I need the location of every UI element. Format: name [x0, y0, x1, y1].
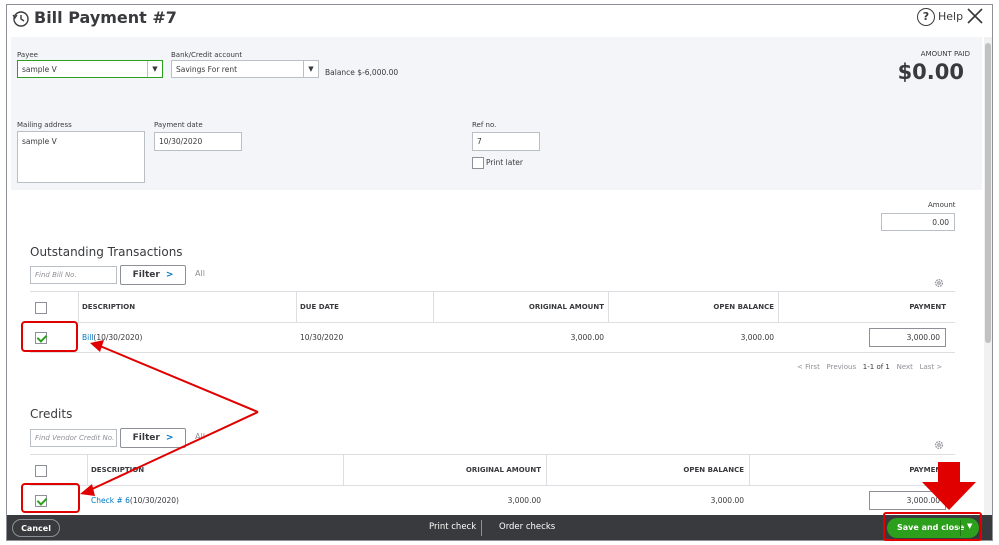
pager-last[interactable]: Last > [920, 363, 943, 371]
header-panel: Payee sample V ▼ Bank/Credit account Sav… [11, 37, 982, 190]
filter-button[interactable]: Filter > [120, 265, 186, 285]
credit-row-original-amount: 3,000.00 [507, 496, 541, 505]
col-payment[interactable]: PAYMENT [778, 292, 946, 322]
pager-next[interactable]: Next [897, 363, 913, 371]
check-link[interactable]: Check # 6 [91, 496, 130, 505]
filter-all-label: All [195, 269, 205, 278]
chevron-right-icon: > [165, 433, 174, 443]
dropdown-arrow-icon[interactable]: ▼ [967, 522, 972, 530]
scrollbar[interactable] [984, 37, 992, 515]
table-row: Check # 6 (10/30/2020) 3,000.00 3,000.00… [30, 486, 955, 516]
print-later-label: Print later [486, 158, 523, 167]
mailing-address-label: Mailing address [17, 121, 72, 129]
credits-select-all-checkbox[interactable] [35, 465, 47, 477]
bill-link[interactable]: Bill [82, 333, 93, 342]
scroll-thumb[interactable] [985, 43, 991, 343]
bill-payment-window: Bill Payment #7 ? Help Payee sample V ▼ … [6, 4, 993, 541]
pager-range: 1-1 of 1 [862, 363, 890, 371]
mailing-address-field[interactable]: sample V [17, 131, 145, 183]
filter-label: Filter [132, 433, 160, 443]
payee-select[interactable]: sample V ▼ [17, 60, 163, 78]
payee-value: sample V [22, 64, 57, 74]
bill-date: (10/30/2020) [93, 333, 143, 342]
pager-previous[interactable]: Previous [827, 363, 857, 371]
cancel-button[interactable]: Cancel [12, 519, 60, 537]
page-title: Bill Payment #7 [34, 8, 177, 27]
bank-account-select[interactable]: Savings For rent ▼ [171, 60, 319, 78]
mailing-address-value: sample V [22, 137, 57, 146]
title-bar: Bill Payment #7 ? Help [7, 5, 992, 37]
outstanding-title: Outstanding Transactions [30, 245, 183, 259]
credit-row-payment-input[interactable]: 3,000.00 [869, 491, 946, 510]
col-payment[interactable]: PAYMENT [749, 455, 946, 485]
pagination: < First Previous 1-1 of 1 Next Last > [797, 363, 942, 371]
col-original-amount[interactable]: ORIGINAL AMOUNT [343, 455, 541, 485]
table-row: Bill (10/30/2020) 10/30/2020 3,000.00 3,… [30, 323, 955, 353]
col-due-date[interactable]: DUE DATE [300, 292, 339, 322]
col-original-amount[interactable]: ORIGINAL AMOUNT [433, 292, 604, 322]
row-description: Bill (10/30/2020) [82, 323, 143, 352]
dropdown-arrow-icon[interactable]: ▼ [303, 61, 318, 77]
bank-account-value: Savings For rent [176, 64, 238, 74]
gear-icon[interactable] [933, 277, 945, 289]
footer-divider [481, 520, 482, 536]
credits-table-header: DESCRIPTION ORIGINAL AMOUNT OPEN BALANCE… [30, 454, 955, 486]
close-icon[interactable] [965, 6, 985, 26]
footer-bar: Cancel Print check Order checks Save and… [7, 515, 992, 540]
help-icon[interactable]: ? [917, 8, 935, 26]
credits-filter-button[interactable]: Filter > [120, 428, 186, 448]
amount-paid-value: $0.00 [897, 60, 964, 84]
print-check-button[interactable]: Print check [429, 522, 476, 532]
print-later-checkbox[interactable] [472, 157, 484, 169]
amount-label: Amount [928, 201, 956, 209]
col-description[interactable]: DESCRIPTION [91, 455, 144, 485]
filter-label: Filter [132, 270, 160, 280]
help-link[interactable]: Help [938, 10, 963, 23]
ref-no-label: Ref no. [472, 121, 497, 129]
ref-no-field[interactable]: 7 [472, 132, 540, 151]
payment-date-value: 10/30/2020 [159, 137, 203, 146]
outstanding-table-header: DESCRIPTION DUE DATE ORIGINAL AMOUNT OPE… [30, 291, 955, 323]
check-date: (10/30/2020) [129, 496, 179, 505]
history-icon[interactable] [11, 9, 31, 29]
chevron-right-icon: > [165, 270, 174, 280]
select-all-checkbox[interactable] [35, 302, 47, 314]
payment-date-label: Payment date [154, 121, 203, 129]
save-and-close-button[interactable]: Save and close ▼ [887, 518, 979, 538]
credits-title: Credits [30, 407, 73, 421]
split-divider [960, 520, 961, 536]
col-description[interactable]: DESCRIPTION [82, 292, 135, 322]
credit-row-checkbox[interactable] [35, 495, 47, 507]
amount-paid-label: AMOUNT PAID [920, 50, 970, 58]
row-due-date: 10/30/2020 [300, 333, 344, 342]
payee-label: Payee [17, 51, 38, 59]
credits-filter-all-label: All [195, 432, 205, 441]
payment-date-field[interactable]: 10/30/2020 [154, 132, 242, 151]
col-open-balance[interactable]: OPEN BALANCE [608, 292, 774, 322]
bank-account-label: Bank/Credit account [171, 51, 243, 59]
credit-row-description: Check # 6 (10/30/2020) [91, 486, 179, 515]
amount-input[interactable]: 0.00 [881, 213, 955, 231]
credit-row-open-balance: 3,000.00 [710, 496, 744, 505]
balance-text: Balance $-6,000.00 [325, 68, 399, 77]
ref-no-value: 7 [477, 137, 482, 146]
gear-icon[interactable] [933, 439, 945, 451]
row-original-amount: 3,000.00 [570, 333, 604, 342]
save-and-close-label: Save and close [897, 523, 965, 532]
find-bill-input[interactable]: Find Bill No. [30, 266, 117, 284]
find-credit-input[interactable]: Find Vendor Credit No. [30, 429, 117, 447]
order-checks-button[interactable]: Order checks [499, 522, 555, 532]
row-checkbox[interactable] [35, 332, 47, 344]
col-open-balance[interactable]: OPEN BALANCE [546, 455, 744, 485]
dropdown-arrow-icon[interactable]: ▼ [147, 61, 162, 77]
row-payment-input[interactable]: 3,000.00 [869, 328, 946, 347]
pager-first[interactable]: < First [797, 363, 820, 371]
row-open-balance: 3,000.00 [740, 333, 774, 342]
